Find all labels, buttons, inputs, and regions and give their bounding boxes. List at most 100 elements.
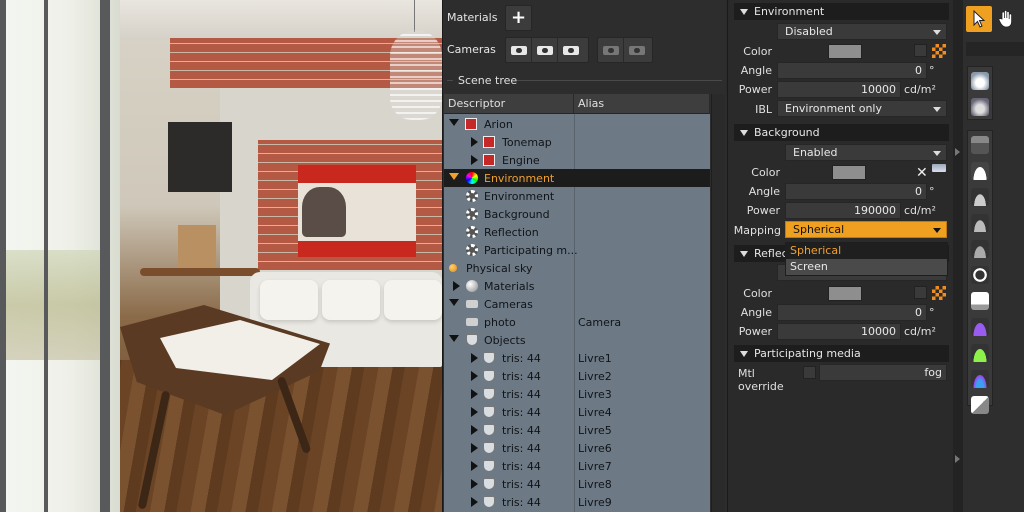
tree-row-photo[interactable]: photo Camera (444, 313, 710, 331)
ibl-select[interactable]: Environment only (777, 100, 947, 117)
environment-mode-select[interactable]: Disabled (777, 23, 947, 40)
expand-arrow-icon[interactable] (471, 443, 478, 453)
tree-row-objects[interactable]: Objects (444, 331, 710, 349)
mapping-select[interactable]: Spherical (785, 221, 947, 238)
properties-scrollbar[interactable] (953, 0, 963, 512)
background-power-field[interactable]: 190000 (785, 202, 901, 219)
tree-row-object[interactable]: tris: 44 Livre1 (444, 349, 710, 367)
tree-row-object[interactable]: tris: 44 Livre7 (444, 457, 710, 475)
tree-row-physical-sky[interactable]: Physical sky (444, 259, 710, 277)
tree-scrollbar[interactable] (711, 94, 725, 512)
add-material-button[interactable]: + (506, 6, 531, 30)
background-angle-field[interactable]: 0 (785, 183, 927, 200)
collapse-arrow-icon (740, 351, 748, 357)
tool-button[interactable] (968, 237, 992, 261)
reflection-angle-field[interactable]: 0 (777, 304, 927, 321)
tool-button[interactable] (968, 341, 992, 365)
camera-action-button-2[interactable] (624, 38, 650, 62)
tree-row-background[interactable]: Background (444, 205, 710, 223)
tool-button[interactable] (968, 133, 992, 157)
expand-arrow-icon[interactable] (955, 455, 960, 463)
tool-button[interactable] (968, 185, 992, 209)
camera-action-button-1[interactable] (598, 38, 624, 62)
view-tool-button[interactable] (968, 69, 992, 93)
image-map-icon[interactable] (932, 164, 946, 172)
mtl-override-checkbox[interactable] (803, 366, 816, 379)
collapse-arrow-icon[interactable] (449, 335, 459, 342)
color-label: Color (743, 45, 772, 58)
texture-icon[interactable] (932, 44, 946, 58)
render-viewport[interactable] (0, 0, 442, 512)
chevron-down-icon (933, 107, 941, 112)
expand-arrow-icon[interactable] (471, 407, 478, 417)
shield-icon (483, 370, 495, 382)
tool-button[interactable] (968, 159, 992, 183)
close-icon[interactable]: ✕ (916, 166, 928, 180)
scene-tree[interactable]: Descriptor Alias Arion Tonemap Engine En… (444, 94, 710, 512)
environment-angle-field[interactable]: 0 (777, 62, 927, 79)
texture-icon[interactable] (932, 286, 946, 300)
tree-row-object[interactable]: tris: 44 Livre2 (444, 367, 710, 385)
tree-row-participating-media[interactable]: Participating m... (444, 241, 710, 259)
tree-row-object[interactable]: tris: 44 Livre3 (444, 385, 710, 403)
camera-button-3[interactable] (558, 38, 584, 62)
background-color-swatch[interactable] (832, 165, 866, 180)
shield-icon (483, 478, 495, 490)
collapse-arrow-icon[interactable] (449, 119, 459, 126)
expand-arrow-icon[interactable] (471, 479, 478, 489)
mtl-override-field[interactable]: fog (819, 364, 947, 381)
expand-arrow-icon[interactable] (471, 389, 478, 399)
tree-row-environment-selected[interactable]: Environment (444, 169, 710, 187)
camera-button-2[interactable] (532, 38, 558, 62)
tree-row-object[interactable]: tris: 44 Livre5 (444, 421, 710, 439)
expand-arrow-icon[interactable] (471, 425, 478, 435)
reflection-power-field[interactable]: 10000 (777, 323, 901, 340)
mapping-option-spherical[interactable]: Spherical (786, 243, 947, 259)
view-tool-button[interactable] (968, 95, 992, 119)
tree-row-object[interactable]: tris: 44 Livre9 (444, 493, 710, 511)
mapping-option-screen[interactable]: Screen (786, 259, 947, 275)
environment-color-swatch[interactable] (828, 44, 862, 59)
collapse-arrow-icon[interactable] (449, 299, 459, 306)
expand-arrow-icon[interactable] (471, 155, 478, 165)
tool-button[interactable] (968, 393, 992, 417)
background-mode-select[interactable]: Enabled (785, 144, 947, 161)
reflection-color-swatch[interactable] (828, 286, 862, 301)
tool-button[interactable] (968, 211, 992, 235)
environment-section-header[interactable]: Environment (734, 3, 949, 20)
select-tool-button[interactable] (966, 6, 992, 32)
collapse-arrow-icon[interactable] (449, 173, 459, 180)
tree-row-arion[interactable]: Arion (444, 115, 710, 133)
expand-arrow-icon[interactable] (471, 371, 478, 381)
pan-tool-button[interactable] (993, 6, 1019, 32)
tree-row-materials[interactable]: Materials (444, 277, 710, 295)
tree-row-environment[interactable]: Environment (444, 187, 710, 205)
camera-button-1[interactable] (506, 38, 532, 62)
expand-arrow-icon[interactable] (471, 461, 478, 471)
tree-row-label: Objects (484, 334, 526, 347)
tool-button[interactable] (968, 367, 992, 391)
tree-row-cameras[interactable]: Cameras (444, 295, 710, 313)
tree-row-reflection[interactable]: Reflection (444, 223, 710, 241)
environment-power-field[interactable]: 10000 (777, 81, 901, 98)
column-alias[interactable]: Alias (574, 94, 710, 113)
tool-button[interactable] (968, 315, 992, 339)
tree-row-engine[interactable]: Engine (444, 151, 710, 169)
reflection-texture-checkbox[interactable] (914, 286, 927, 299)
tree-row-object[interactable]: tris: 44 Livre8 (444, 475, 710, 493)
expand-arrow-icon[interactable] (955, 148, 960, 156)
expand-arrow-icon[interactable] (471, 137, 478, 147)
environment-texture-checkbox[interactable] (914, 44, 927, 57)
tree-row-object[interactable]: tris: 44 Livre4 (444, 403, 710, 421)
column-descriptor[interactable]: Descriptor (444, 94, 574, 113)
expand-arrow-icon[interactable] (471, 497, 478, 507)
expand-arrow-icon[interactable] (453, 281, 460, 291)
participating-media-section-header[interactable]: Participating media (734, 345, 949, 362)
background-section-header[interactable]: Background (734, 124, 949, 141)
tree-row-object[interactable]: tris: 44 Livre6 (444, 439, 710, 457)
tree-row-label: tris: 44 (502, 424, 541, 437)
tool-button[interactable] (968, 289, 992, 313)
expand-arrow-icon[interactable] (471, 353, 478, 363)
tool-button[interactable] (968, 263, 992, 287)
tree-row-tonemap[interactable]: Tonemap (444, 133, 710, 151)
